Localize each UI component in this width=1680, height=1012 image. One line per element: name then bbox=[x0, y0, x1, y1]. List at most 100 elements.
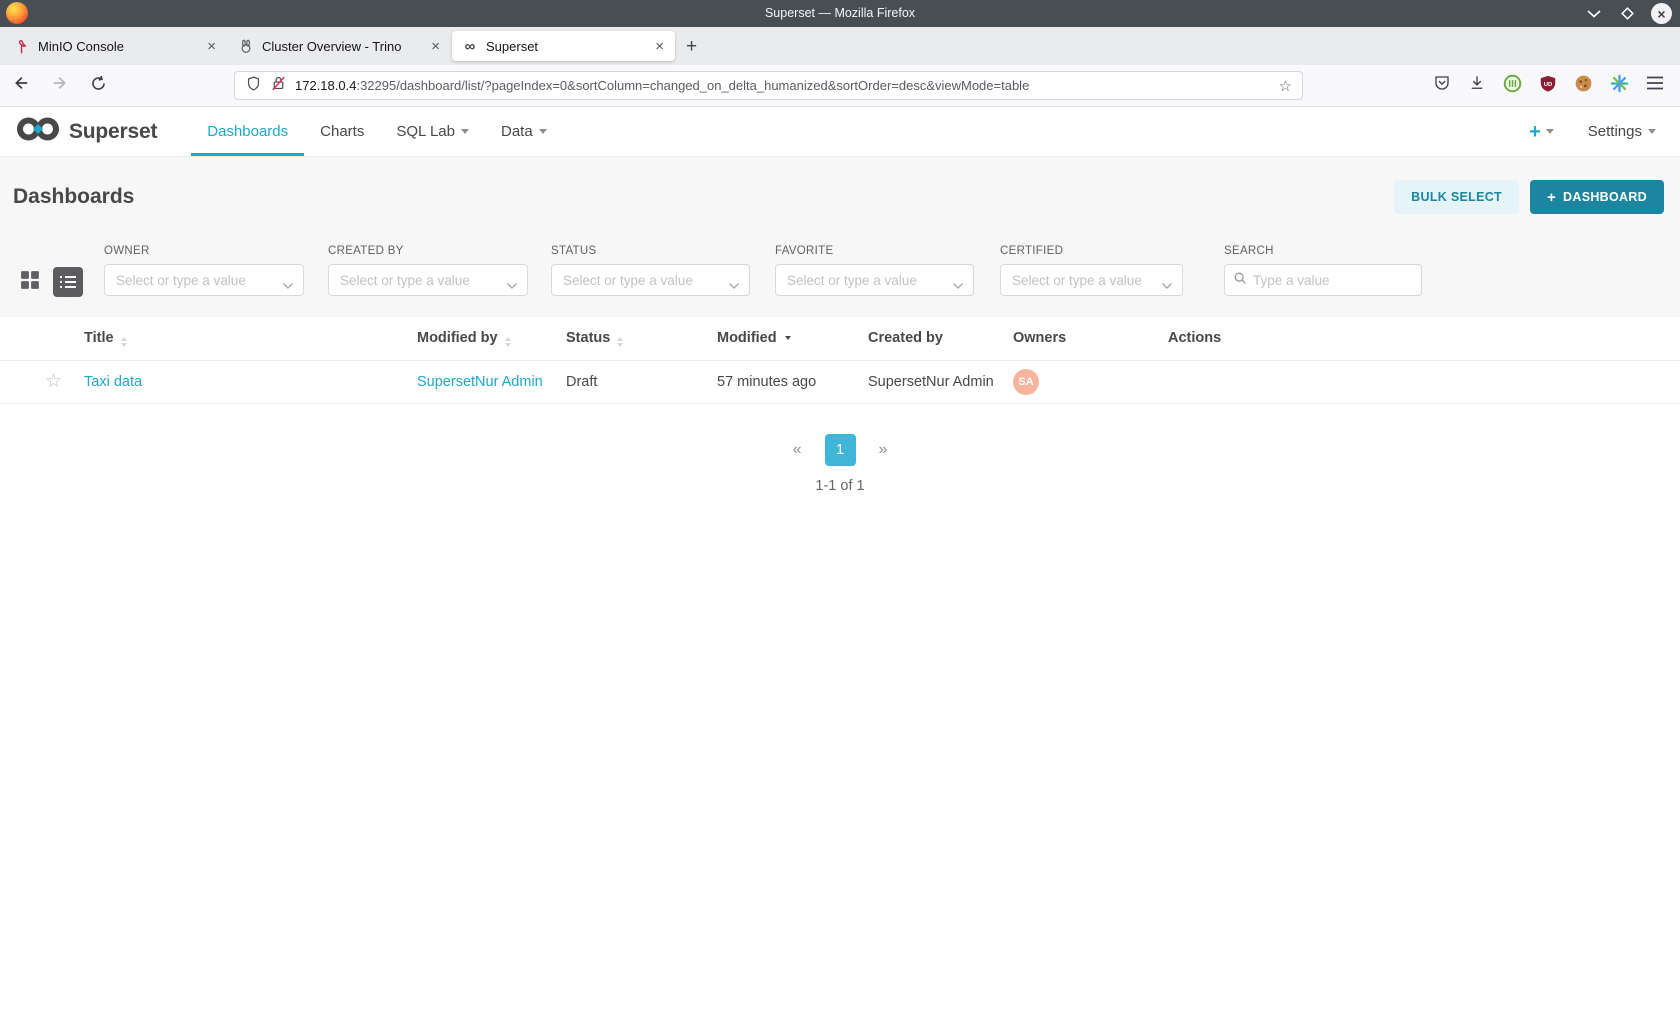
filter-certified: CERTIFIED bbox=[1000, 245, 1183, 296]
filter-label: CERTIFIED bbox=[1000, 245, 1183, 257]
url-text[interactable]: 172.18.0.4:32295/dashboard/list/?pageInd… bbox=[295, 78, 1271, 93]
tab-superset[interactable]: ∞ Superset × bbox=[452, 31, 675, 61]
url-host: 172.18.0.4 bbox=[295, 78, 356, 93]
owner-avatar[interactable]: SA bbox=[1013, 369, 1039, 395]
chevron-down-icon bbox=[952, 277, 964, 295]
url-bar[interactable]: 172.18.0.4:32295/dashboard/list/?pageInd… bbox=[234, 71, 1303, 100]
bookmark-star-icon[interactable]: ☆ bbox=[1279, 77, 1292, 95]
column-header-status[interactable]: Status bbox=[566, 317, 717, 360]
maximize-icon[interactable] bbox=[1617, 3, 1638, 24]
tab-close-icon[interactable]: × bbox=[652, 39, 667, 54]
tab-minio-console[interactable]: MinIO Console × bbox=[4, 31, 227, 61]
created-by-value: SupersetNur Admin bbox=[868, 374, 994, 390]
tab-title: MinIO Console bbox=[38, 39, 204, 54]
new-tab-button[interactable]: + bbox=[676, 35, 707, 58]
actions-cell bbox=[1168, 360, 1680, 403]
owner-select[interactable] bbox=[104, 264, 304, 296]
settings-menu[interactable]: Settings bbox=[1588, 123, 1656, 140]
certified-select-input[interactable] bbox=[1001, 265, 1182, 295]
page-1-button[interactable]: 1 bbox=[825, 434, 856, 466]
chevron-down-icon bbox=[539, 129, 547, 134]
column-header-modified[interactable]: Modified bbox=[717, 317, 868, 360]
nav-item-dashboards[interactable]: Dashboards bbox=[191, 107, 304, 156]
card-view-toggle[interactable] bbox=[20, 270, 40, 295]
status-value: Draft bbox=[566, 374, 597, 390]
trino-bunny-icon bbox=[238, 38, 254, 54]
filter-label: SEARCH bbox=[1224, 245, 1422, 257]
menu-hamburger-icon[interactable] bbox=[1646, 76, 1664, 95]
nav-item-charts[interactable]: Charts bbox=[304, 107, 380, 156]
asterisk-extension-icon[interactable] bbox=[1610, 74, 1629, 98]
favorite-column-header bbox=[0, 317, 84, 360]
certified-select[interactable] bbox=[1000, 264, 1183, 296]
superset-brand[interactable]: Superset bbox=[16, 107, 157, 156]
chevron-down-icon bbox=[282, 277, 294, 295]
modified-by-link[interactable]: SupersetNur Admin bbox=[417, 374, 543, 390]
chevron-down-icon bbox=[461, 129, 469, 134]
nav-item-sql-lab[interactable]: SQL Lab bbox=[380, 107, 485, 156]
browser-toolbar: 172.18.0.4:32295/dashboard/list/?pageInd… bbox=[0, 65, 1680, 107]
downloads-icon[interactable] bbox=[1468, 74, 1486, 97]
tab-close-icon[interactable]: × bbox=[428, 39, 443, 54]
chevron-down-icon bbox=[728, 277, 740, 295]
filter-search: SEARCH bbox=[1224, 245, 1422, 296]
previous-page-button[interactable]: « bbox=[793, 441, 802, 459]
column-header-actions: Actions bbox=[1168, 317, 1680, 360]
next-page-button[interactable]: » bbox=[879, 441, 888, 459]
bulk-select-button[interactable]: BULK SELECT bbox=[1394, 180, 1519, 214]
new-dashboard-button[interactable]: + DASHBOARD bbox=[1530, 180, 1664, 214]
status-select[interactable] bbox=[551, 264, 750, 296]
filter-label: CREATED BY bbox=[328, 245, 528, 257]
close-icon[interactable]: × bbox=[1651, 3, 1672, 24]
table-row: ☆ Taxi data SupersetNur Admin Draft 57 m… bbox=[0, 360, 1680, 403]
window-titlebar: Superset — Mozilla Firefox × bbox=[0, 0, 1680, 27]
filter-status: STATUS bbox=[551, 245, 750, 296]
list-view-toggle[interactable] bbox=[53, 267, 83, 297]
chevron-down-icon bbox=[1546, 129, 1554, 134]
extension-green-icon[interactable] bbox=[1503, 74, 1522, 98]
sort-icon bbox=[121, 337, 127, 347]
filter-created-by: CREATED BY bbox=[328, 245, 528, 296]
search-icon bbox=[1233, 271, 1247, 290]
svg-text:UD: UD bbox=[1544, 81, 1552, 87]
status-select-input[interactable] bbox=[552, 265, 749, 295]
chevron-down-icon bbox=[1161, 277, 1173, 295]
brand-name: Superset bbox=[69, 120, 157, 144]
reload-icon[interactable] bbox=[90, 75, 107, 97]
column-header-modified-by[interactable]: Modified by bbox=[417, 317, 566, 360]
pocket-icon[interactable] bbox=[1433, 74, 1451, 97]
window-title: Superset — Mozilla Firefox bbox=[0, 0, 1680, 27]
owner-select-input[interactable] bbox=[105, 265, 303, 295]
filter-label: FAVORITE bbox=[775, 245, 974, 257]
tab-title: Superset bbox=[486, 39, 652, 54]
minimize-icon[interactable] bbox=[1583, 3, 1604, 24]
forward-icon[interactable] bbox=[51, 74, 69, 97]
insecure-lock-icon[interactable] bbox=[270, 75, 287, 97]
favorite-select[interactable] bbox=[775, 264, 974, 296]
new-item-menu[interactable]: + bbox=[1529, 122, 1554, 142]
created-by-select[interactable] bbox=[328, 264, 528, 296]
search-input[interactable] bbox=[1253, 273, 1430, 288]
created-by-select-input[interactable] bbox=[329, 265, 527, 295]
tab-title: Cluster Overview - Trino bbox=[262, 39, 428, 54]
url-path: :32295/dashboard/list/?pageIndex=0&sortC… bbox=[356, 78, 1029, 93]
column-header-title[interactable]: Title bbox=[84, 317, 417, 360]
shield-icon[interactable] bbox=[245, 75, 262, 97]
nav-item-data[interactable]: Data bbox=[485, 107, 563, 156]
tab-close-icon[interactable]: × bbox=[204, 39, 219, 54]
superset-logo-icon: ∞ bbox=[462, 38, 478, 54]
chevron-down-icon bbox=[506, 277, 518, 295]
table-header-row: Title Modified by Status Modified Create… bbox=[0, 317, 1680, 360]
favorite-star-icon[interactable]: ☆ bbox=[45, 370, 62, 393]
favorite-select-input[interactable] bbox=[776, 265, 973, 295]
page-header-band: Dashboards BULK SELECT + DASHBOARD OWNER… bbox=[0, 157, 1680, 317]
superset-infinity-logo-icon bbox=[16, 116, 60, 147]
tab-trino[interactable]: Cluster Overview - Trino × bbox=[228, 31, 451, 61]
ublock-shield-icon[interactable]: UD bbox=[1539, 74, 1557, 98]
dashboard-title-link[interactable]: Taxi data bbox=[84, 374, 142, 390]
back-icon[interactable] bbox=[12, 74, 30, 97]
cookie-extension-icon[interactable] bbox=[1574, 74, 1593, 98]
sort-desc-icon bbox=[785, 336, 791, 340]
search-box[interactable] bbox=[1224, 264, 1422, 296]
dashboards-table: Title Modified by Status Modified Create… bbox=[0, 317, 1680, 494]
